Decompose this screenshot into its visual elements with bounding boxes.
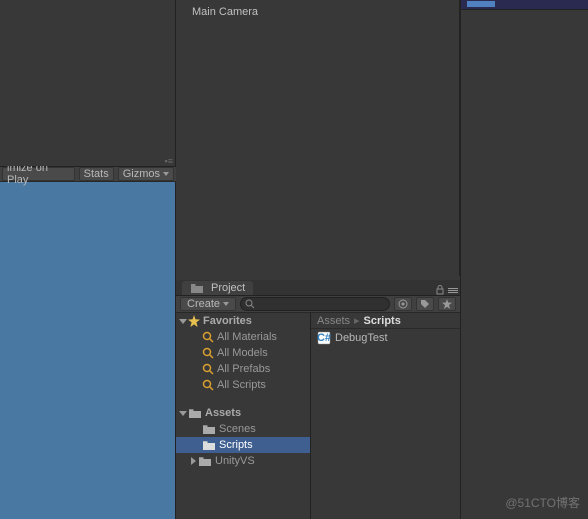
assets-folder-selected[interactable]: Scripts xyxy=(176,437,310,453)
favorites-item[interactable]: All Prefabs xyxy=(176,361,310,377)
game-viewport[interactable] xyxy=(0,182,176,519)
project-tree: Favorites All Materials All Models All P… xyxy=(176,313,311,519)
expand-icon xyxy=(191,457,196,465)
search-filter-icon xyxy=(202,379,214,391)
favorites-item[interactable]: All Materials xyxy=(176,329,310,345)
folder-icon xyxy=(188,407,202,419)
star-icon xyxy=(442,299,452,309)
game-toolbar: imize on Play Stats Gizmos xyxy=(0,166,176,182)
watermark: @51CTO博客 xyxy=(505,494,580,511)
folder-icon xyxy=(190,282,204,294)
hierarchy-panel: Main Camera xyxy=(176,0,460,276)
svg-text:C#: C# xyxy=(317,332,331,344)
project-content: Assets ▸ Scripts C# DebugTest xyxy=(311,313,460,519)
create-button[interactable]: Create xyxy=(180,297,236,311)
favorites-item[interactable]: All Models xyxy=(176,345,310,361)
csharp-script-icon: C# xyxy=(317,331,331,345)
assets-folder[interactable]: UnityVS xyxy=(176,453,310,469)
search-filter-icon xyxy=(202,347,214,359)
maximize-on-play-button[interactable]: imize on Play xyxy=(2,167,75,181)
folder-icon xyxy=(202,423,216,435)
folder-icon xyxy=(198,455,212,467)
dropdown-icon xyxy=(223,302,229,306)
selection-indicator xyxy=(467,1,495,7)
breadcrumb-sep-icon: ▸ xyxy=(354,314,360,327)
search-input[interactable] xyxy=(240,297,390,311)
left-empty-panel: ▪≡ xyxy=(0,0,176,166)
panel-menu-icon[interactable] xyxy=(448,288,458,293)
assets-folder[interactable]: Scenes xyxy=(176,421,310,437)
project-tab[interactable]: Project xyxy=(182,281,253,295)
resize-handle-icon[interactable]: ▪≡ xyxy=(165,156,173,166)
filter-by-type-button[interactable] xyxy=(394,297,412,311)
search-filter-icon xyxy=(202,331,214,343)
favorites-header[interactable]: Favorites xyxy=(176,313,310,329)
right-panel-header xyxy=(461,0,588,10)
breadcrumb-item[interactable]: Assets xyxy=(317,315,350,327)
star-icon xyxy=(188,315,200,327)
expand-icon xyxy=(179,319,187,324)
project-panel: Project Create Favorites xyxy=(176,280,460,519)
search-filter-icon xyxy=(202,363,214,375)
object-icon xyxy=(398,299,408,309)
stats-button[interactable]: Stats xyxy=(79,167,114,181)
right-panel xyxy=(460,0,588,519)
lock-icon[interactable] xyxy=(436,285,444,295)
folder-icon xyxy=(202,439,216,451)
search-icon xyxy=(245,299,255,309)
save-search-button[interactable] xyxy=(438,297,456,311)
filter-by-label-button[interactable] xyxy=(416,297,434,311)
file-item[interactable]: C# DebugTest xyxy=(311,329,460,347)
favorites-item[interactable]: All Scripts xyxy=(176,377,310,393)
hierarchy-item[interactable]: Main Camera xyxy=(184,4,451,20)
breadcrumb-item[interactable]: Scripts xyxy=(364,315,401,327)
breadcrumb: Assets ▸ Scripts xyxy=(311,313,460,329)
tag-icon xyxy=(420,299,430,309)
assets-header[interactable]: Assets xyxy=(176,405,310,421)
gizmos-button[interactable]: Gizmos xyxy=(118,167,174,181)
expand-icon xyxy=(179,411,187,416)
